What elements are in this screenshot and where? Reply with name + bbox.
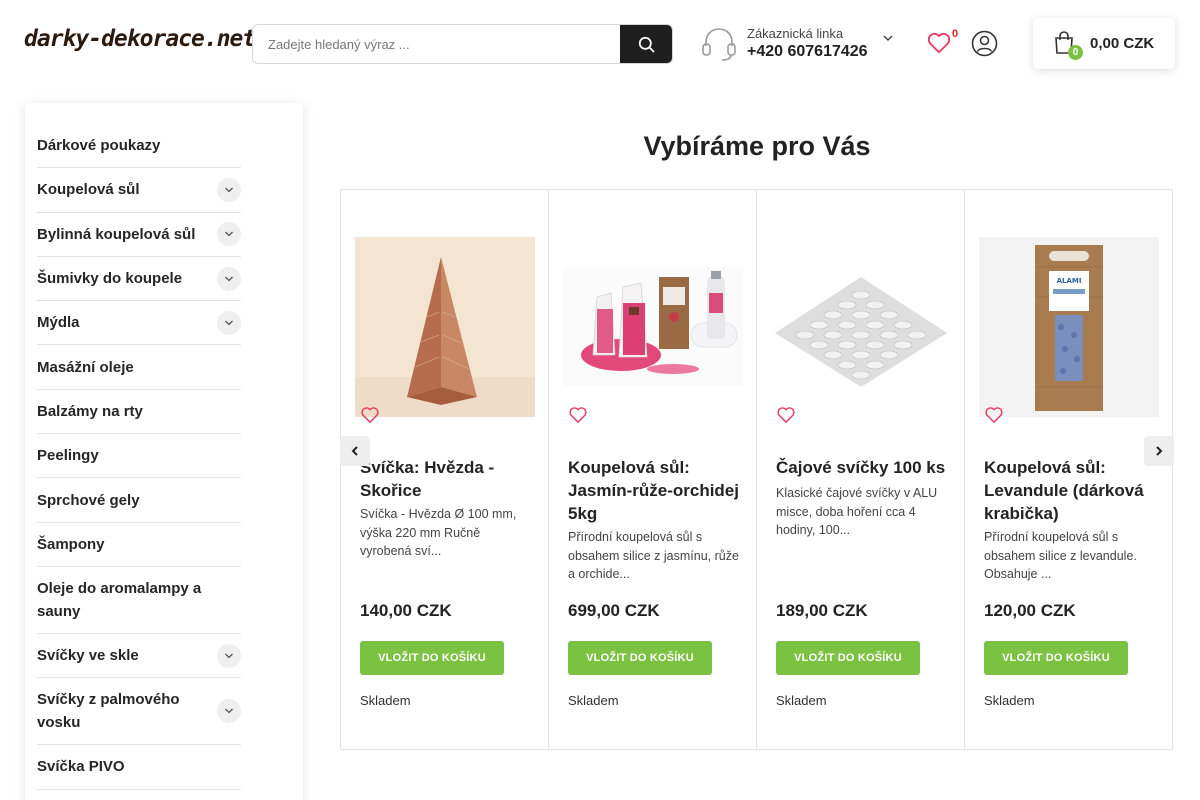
category-label: Dárkové poukazy	[37, 137, 161, 155]
chevron-down-icon	[225, 276, 233, 281]
wishlist-count-badge: 0	[952, 28, 959, 40]
category-label: Koupelová sůl	[37, 181, 140, 199]
product-price: 699,00 CZK	[568, 601, 660, 620]
add-to-cart-button[interactable]: VLOŽIT DO KOŠÍKU	[360, 641, 504, 675]
chevron-left-icon	[351, 446, 358, 456]
product-description: Klasické čajové svíčky v ALU misce, doba…	[776, 486, 938, 537]
section-title: Vybíráme pro Vás	[643, 131, 871, 161]
category-label: Sprchové gely	[37, 491, 140, 509]
expand-toggle[interactable]	[217, 177, 241, 202]
sidebar-category-item[interactable]: Peelingy	[37, 434, 241, 479]
sidebar-category-item[interactable]: Svíčky ve skle	[37, 634, 241, 679]
search-button[interactable]	[620, 25, 672, 63]
product-image[interactable]	[771, 237, 951, 417]
category-label: Šampony	[37, 535, 105, 553]
product-image[interactable]	[355, 237, 535, 417]
stock-status: Skladem	[984, 693, 1035, 708]
search-bar	[252, 24, 673, 64]
product-description: Přírodní koupelová sůl s obsahem silice …	[568, 530, 739, 581]
chevron-down-icon	[225, 187, 233, 193]
category-label: Svíčka PIVO	[37, 758, 125, 776]
support-label: Zákaznická linka	[747, 26, 844, 41]
wishlist-heart-icon[interactable]	[926, 30, 952, 56]
product-card[interactable]: Čajové svíčky 100 ks Klasické čajové sví…	[756, 189, 965, 750]
product-card[interactable]: Koupelová sůl: Jasmín-růže-orchidej 5kg …	[548, 189, 757, 750]
product-image[interactable]: ALAMI	[979, 237, 1159, 417]
expand-toggle[interactable]	[217, 222, 241, 247]
product-name[interactable]: Koupelová sůl: Jasmín-růže-orchidej 5kg	[568, 456, 748, 525]
category-label: Šumivky do koupele	[37, 270, 183, 288]
expand-toggle[interactable]	[217, 310, 241, 335]
sidebar-category-item[interactable]: Šumivky do koupele	[37, 257, 241, 302]
category-label: Mýdla	[37, 314, 80, 332]
support-phone[interactable]: +420 607617426	[747, 43, 868, 61]
product-name[interactable]: Koupelová sůl: Levandule (dárková krabič…	[984, 456, 1164, 525]
category-label: Masážní oleje	[37, 358, 134, 376]
cart-button[interactable]: 0 0,00 CZK	[1033, 18, 1175, 69]
heart-icon[interactable]	[776, 405, 796, 425]
sidebar-category-item[interactable]: Koupelová sůl	[37, 168, 241, 213]
headset-icon	[702, 28, 736, 61]
category-label: Balzámy na rty	[37, 402, 143, 420]
chevron-down-icon	[225, 653, 233, 659]
category-label: Peelingy	[37, 447, 99, 465]
carousel-next-button[interactable]	[1144, 436, 1174, 466]
sidebar-category-item[interactable]: Svíčky z palmového vosku	[37, 678, 241, 746]
chevron-down-icon	[883, 35, 893, 42]
heart-icon[interactable]	[984, 405, 1004, 425]
stock-status: Skladem	[568, 693, 619, 708]
heart-icon[interactable]	[568, 405, 588, 425]
customer-support[interactable]: Zákaznická linka +420 607617426	[700, 24, 900, 64]
search-input[interactable]	[253, 25, 621, 63]
product-image[interactable]	[563, 237, 743, 417]
cart-count-badge: 0	[1068, 45, 1083, 60]
sidebar-category-item[interactable]: Mýdla	[37, 301, 241, 346]
product-description: Svíčka - Hvězda Ø 100 mm, výška 220 mm R…	[360, 507, 517, 558]
expand-toggle[interactable]	[217, 699, 241, 724]
sidebar-category-item[interactable]: Masážní oleje	[37, 345, 241, 390]
category-label: Oleje do aromalampy a sauny	[37, 579, 202, 620]
sidebar-category-item[interactable]: Šampony	[37, 523, 241, 567]
search-icon	[638, 36, 655, 53]
product-name[interactable]: Čajové svíčky 100 ks	[776, 456, 956, 479]
stock-status: Skladem	[776, 693, 827, 708]
carousel-prev-button[interactable]	[340, 436, 370, 466]
sidebar-category-item[interactable]: Oleje do aromalampy a sauny	[37, 567, 241, 634]
add-to-cart-button[interactable]: VLOŽIT DO KOŠÍKU	[568, 641, 712, 675]
sidebar-category-item[interactable]: Bylinná koupelová sůl	[37, 213, 241, 257]
product-description: Přírodní koupelová sůl s obsahem silice …	[984, 530, 1137, 581]
product-card[interactable]: Svíčka: Hvězda - Skořice Svíčka - Hvězda…	[340, 189, 549, 750]
stock-status: Skladem	[360, 693, 411, 708]
cart-total: 0,00 CZK	[1090, 35, 1155, 52]
sidebar-category-item[interactable]: Svíčka PIVO	[37, 745, 241, 790]
chevron-down-icon	[225, 320, 233, 326]
chevron-down-icon	[225, 708, 233, 714]
expand-toggle[interactable]	[217, 266, 241, 291]
product-price: 140,00 CZK	[360, 601, 452, 620]
sidebar-category-item[interactable]: Dárkové poukazy	[37, 124, 241, 169]
heart-icon[interactable]	[360, 405, 380, 425]
product-price: 189,00 CZK	[776, 601, 868, 620]
package-brand: ALAMI	[1057, 277, 1082, 285]
product-price: 120,00 CZK	[984, 601, 1076, 620]
product-card[interactable]: ALAMI Koupelová sůl: Levandule (dárková …	[964, 189, 1173, 750]
sidebar-category-item[interactable]: Sprchové gely	[37, 478, 241, 523]
category-label: Bylinná koupelová sůl	[37, 225, 196, 243]
product-carousel: Svíčka: Hvězda - Skořice Svíčka - Hvězda…	[340, 189, 1174, 750]
add-to-cart-button[interactable]: VLOŽIT DO KOŠÍKU	[984, 641, 1128, 675]
add-to-cart-button[interactable]: VLOŽIT DO KOŠÍKU	[776, 641, 920, 675]
chevron-right-icon	[1156, 446, 1163, 456]
product-name[interactable]: Svíčka: Hvězda - Skořice	[360, 456, 540, 502]
site-logo[interactable]: darky-dekorace.net	[24, 26, 256, 52]
expand-toggle[interactable]	[217, 643, 241, 668]
user-account-icon[interactable]	[971, 30, 998, 57]
sidebar-category-item[interactable]: Balzámy na rty	[37, 390, 241, 435]
category-label: Svíčky ve skle	[37, 647, 139, 665]
category-label: Svíčky z palmového vosku	[37, 691, 180, 732]
category-list: Dárkové poukazy Koupelová sůl Bylinná koup…	[37, 124, 241, 790]
chevron-down-icon	[225, 231, 233, 237]
